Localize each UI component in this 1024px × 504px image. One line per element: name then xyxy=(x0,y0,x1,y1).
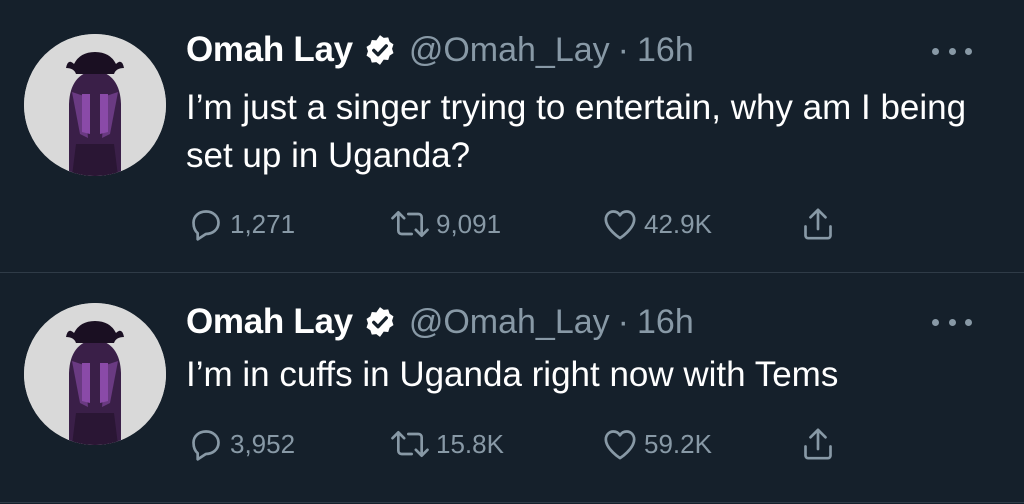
share-button[interactable] xyxy=(798,204,838,244)
share-icon xyxy=(804,428,832,460)
retweet-icon xyxy=(391,211,429,237)
display-name[interactable]: Omah Lay xyxy=(186,302,353,342)
like-count: 59.2K xyxy=(644,428,712,459)
like-button[interactable]: 42.9K xyxy=(600,204,712,244)
reply-count: 3,952 xyxy=(230,428,296,459)
display-name[interactable]: Omah Lay xyxy=(186,30,353,70)
more-icon[interactable] xyxy=(932,43,972,59)
more-icon[interactable] xyxy=(932,314,972,330)
reply-count: 1,271 xyxy=(230,208,296,239)
avatar-figure-image xyxy=(24,34,166,176)
avatar[interactable] xyxy=(24,303,166,445)
separator-dot: · xyxy=(617,30,629,69)
tweet[interactable]: Omah Lay @Omah_Lay · 16h I’m just a sing… xyxy=(0,0,1024,272)
retweet-count: 15.8K xyxy=(436,428,504,459)
reply-icon xyxy=(192,430,220,461)
tweet[interactable]: Omah Lay @Omah_Lay · 16h I’m in cuffs in… xyxy=(0,273,1024,504)
tweet-header: Omah Lay @Omah_Lay · 16h xyxy=(186,30,694,70)
verified-badge-icon xyxy=(363,305,397,339)
like-count: 42.9K xyxy=(644,208,712,239)
timestamp[interactable]: 16h xyxy=(637,31,694,70)
retweet-count: 9,091 xyxy=(436,208,502,239)
retweet-button[interactable]: 9,091 xyxy=(388,204,501,244)
reply-button[interactable]: 1,271 xyxy=(186,204,295,244)
separator-dot: · xyxy=(617,302,629,341)
tweet-divider xyxy=(0,502,1024,503)
share-button[interactable] xyxy=(798,424,838,464)
tweet-actions: 1,271 9,091 42.9K xyxy=(186,204,866,244)
avatar[interactable] xyxy=(24,34,166,176)
heart-icon xyxy=(604,430,636,460)
tweet-text: I’m in cuffs in Uganda right now with Te… xyxy=(186,355,839,394)
retweet-icon xyxy=(391,431,429,457)
reply-icon xyxy=(192,210,220,241)
avatar-figure-image xyxy=(24,303,166,445)
like-button[interactable]: 59.2K xyxy=(600,424,712,464)
heart-icon xyxy=(604,210,636,240)
retweet-button[interactable]: 15.8K xyxy=(388,424,504,464)
author-handle[interactable]: @Omah_Lay xyxy=(409,31,610,70)
timestamp[interactable]: 16h xyxy=(637,303,694,342)
verified-badge-icon xyxy=(363,33,397,67)
share-icon xyxy=(804,208,832,240)
tweet-header: Omah Lay @Omah_Lay · 16h xyxy=(186,302,694,342)
tweet-actions: 3,952 15.8K 59.2K xyxy=(186,424,866,464)
reply-button[interactable]: 3,952 xyxy=(186,424,295,464)
author-handle[interactable]: @Omah_Lay xyxy=(409,303,610,342)
tweet-text: I’m just a singer trying to entertain, w… xyxy=(186,88,967,175)
